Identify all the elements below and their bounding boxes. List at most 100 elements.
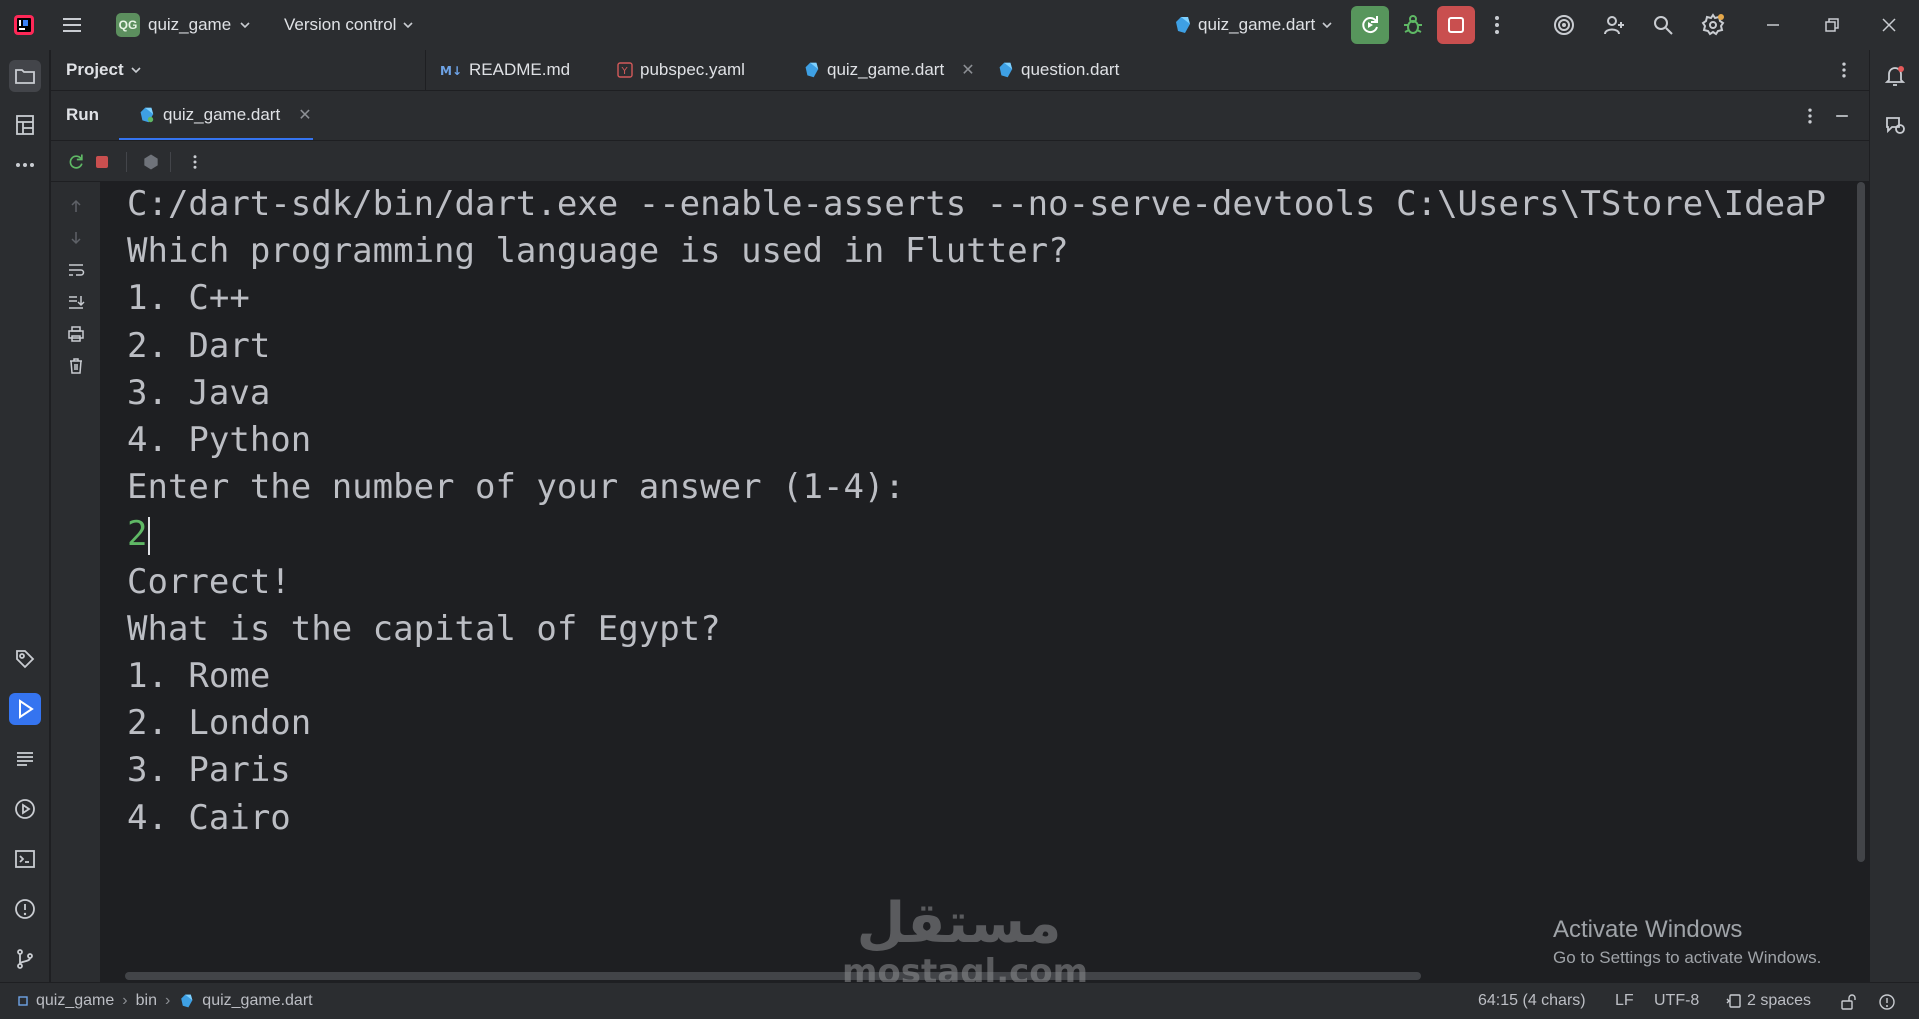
console-line-text: Correct!	[127, 561, 291, 602]
mostaql-watermark: مستقل mostaql.com	[842, 894, 1088, 991]
arrow-down-icon[interactable]	[66, 228, 86, 248]
git-branch-icon[interactable]	[9, 943, 41, 975]
scroll-to-end-icon[interactable]	[66, 292, 86, 312]
console-output-line: 1. Rome	[127, 656, 270, 696]
more-horizontal-icon[interactable]	[9, 149, 41, 181]
dart-file-icon	[178, 993, 194, 1009]
console-line-text: 4. Cairo	[127, 797, 291, 838]
console-line-text: 3. Paris	[127, 750, 291, 791]
module-icon	[18, 996, 28, 1006]
breadcrumb-item[interactable]: quiz_game	[36, 992, 114, 1010]
version-control-label: Version control	[284, 15, 397, 34]
project-folder-icon[interactable]	[9, 60, 41, 92]
chevron-down-icon	[402, 19, 414, 31]
console-gutter	[51, 182, 101, 982]
run-configuration-selector[interactable]: quiz_game.dart	[1172, 12, 1333, 38]
rerun-icon[interactable]	[65, 151, 87, 173]
arrow-up-icon[interactable]	[66, 196, 86, 216]
minimize-window-icon[interactable]	[1760, 12, 1786, 38]
close-tab-icon[interactable]: ✕	[298, 105, 311, 125]
project-panel-title: Project	[66, 60, 124, 79]
tab-quiz-game-dart[interactable]: quiz_game.dart ✕	[802, 50, 975, 90]
trash-icon[interactable]	[66, 356, 86, 376]
tab-pubspec[interactable]: Y pubspec.yaml	[617, 50, 745, 90]
todo-list-icon[interactable]	[9, 743, 41, 775]
project-badge: QG	[116, 13, 140, 37]
tab-label: question.dart	[1021, 60, 1120, 79]
indent-setting[interactable]: 2 spaces	[1726, 992, 1811, 1010]
more-vertical-icon[interactable]	[1484, 12, 1510, 38]
run-tab-quiz-game[interactable]: quiz_game.dart ✕	[119, 91, 313, 141]
text-caret	[148, 516, 151, 555]
run-console-output[interactable]: C:/dart-sdk/bin/dart.exe --enable-assert…	[101, 182, 1869, 982]
debug-icon[interactable]	[1398, 10, 1428, 40]
stop-button[interactable]	[1437, 6, 1475, 44]
run-tool-icon[interactable]	[9, 693, 41, 725]
print-icon[interactable]	[66, 324, 86, 344]
build-tag-icon[interactable]	[9, 643, 41, 675]
console-line-text: 4. Python	[127, 420, 312, 460]
read-only-toggle-icon[interactable]	[1840, 993, 1858, 1011]
more-vertical-icon[interactable]	[1799, 105, 1821, 127]
console-line-text: 3. Java	[127, 372, 271, 413]
soft-wrap-icon[interactable]	[66, 260, 86, 280]
version-control-widget[interactable]: Version control	[284, 12, 414, 38]
console-line-text: What is the capital of Egypt?	[127, 608, 721, 649]
editor-tab-bar: M↓ README.md Y pubspec.yaml quiz_game.da…	[425, 50, 1869, 90]
more-vertical-icon[interactable]	[184, 151, 206, 173]
console-output-line: Enter the number of your answer (1-4):	[127, 467, 905, 507]
hide-panel-icon[interactable]	[1831, 105, 1853, 127]
console-input-line: 2	[127, 514, 151, 555]
close-tab-icon[interactable]: ✕	[961, 60, 974, 80]
left-tool-window-strip	[0, 50, 50, 982]
warning-icon[interactable]	[1878, 993, 1896, 1011]
main-menu-icon[interactable]	[60, 13, 84, 37]
tab-question-dart[interactable]: question.dart	[996, 50, 1119, 90]
chevron-down-icon	[1321, 19, 1333, 31]
code-with-me-icon[interactable]	[1601, 12, 1627, 38]
structure-icon[interactable]	[9, 109, 41, 141]
status-bar: quiz_game › bin › quiz_game.dart 64:15 (…	[0, 982, 1919, 1019]
run-panel-header: Run quiz_game.dart ✕	[51, 90, 1869, 141]
project-panel-header[interactable]: Project	[51, 50, 425, 90]
activate-windows-title: Activate Windows	[1553, 916, 1743, 943]
dart-file-icon	[802, 61, 820, 79]
caret-position[interactable]: 64:15 (4 chars)	[1478, 992, 1586, 1010]
notifications-bell-icon[interactable]	[1879, 60, 1911, 92]
close-window-icon[interactable]	[1876, 12, 1902, 38]
ai-chat-icon[interactable]	[1879, 109, 1911, 141]
line-separator[interactable]: LF	[1615, 992, 1634, 1010]
settings-gear-icon[interactable]	[1700, 12, 1726, 38]
tab-readme[interactable]: M↓ README.md	[440, 50, 570, 90]
services-icon[interactable]	[9, 793, 41, 825]
breadcrumb-item[interactable]: bin	[136, 992, 157, 1010]
console-output-line: 3. Java	[127, 373, 270, 413]
console-output-line: Which programming language is used in Fl…	[127, 231, 1069, 271]
right-tool-window-strip	[1869, 50, 1919, 982]
dart-file-icon	[137, 106, 155, 124]
problems-icon[interactable]	[9, 893, 41, 925]
search-icon[interactable]	[1650, 12, 1676, 38]
restore-window-icon[interactable]	[1818, 12, 1844, 38]
console-line-text: 2. London	[127, 703, 312, 744]
ai-assistant-icon[interactable]	[1551, 12, 1577, 38]
horizontal-scrollbar[interactable]	[125, 972, 1421, 980]
more-vertical-icon[interactable]	[1834, 60, 1854, 80]
vertical-scrollbar[interactable]	[1857, 182, 1865, 862]
intellij-logo-icon[interactable]	[12, 13, 36, 37]
file-encoding[interactable]: UTF-8	[1654, 992, 1699, 1010]
indent-icon	[1726, 993, 1742, 1009]
project-name: quiz_game	[148, 15, 232, 34]
stop-icon[interactable]	[91, 151, 113, 173]
breadcrumb-item[interactable]: quiz_game.dart	[202, 992, 312, 1010]
project-widget[interactable]: QG quiz_game	[116, 12, 251, 38]
console-line-text: C:/dart-sdk/bin/dart.exe --enable-assert…	[127, 184, 1826, 224]
toolbar-divider	[126, 152, 127, 172]
svg-text:M↓: M↓	[440, 64, 462, 77]
attach-debugger-icon[interactable]	[140, 151, 162, 173]
terminal-icon[interactable]	[9, 843, 41, 875]
yaml-file-icon: Y	[617, 62, 633, 78]
rerun-button[interactable]	[1351, 6, 1389, 44]
title-bar: QG quiz_game Version control quiz_game.d…	[0, 0, 1919, 50]
activate-windows-subtitle: Go to Settings to activate Windows.	[1553, 948, 1822, 967]
